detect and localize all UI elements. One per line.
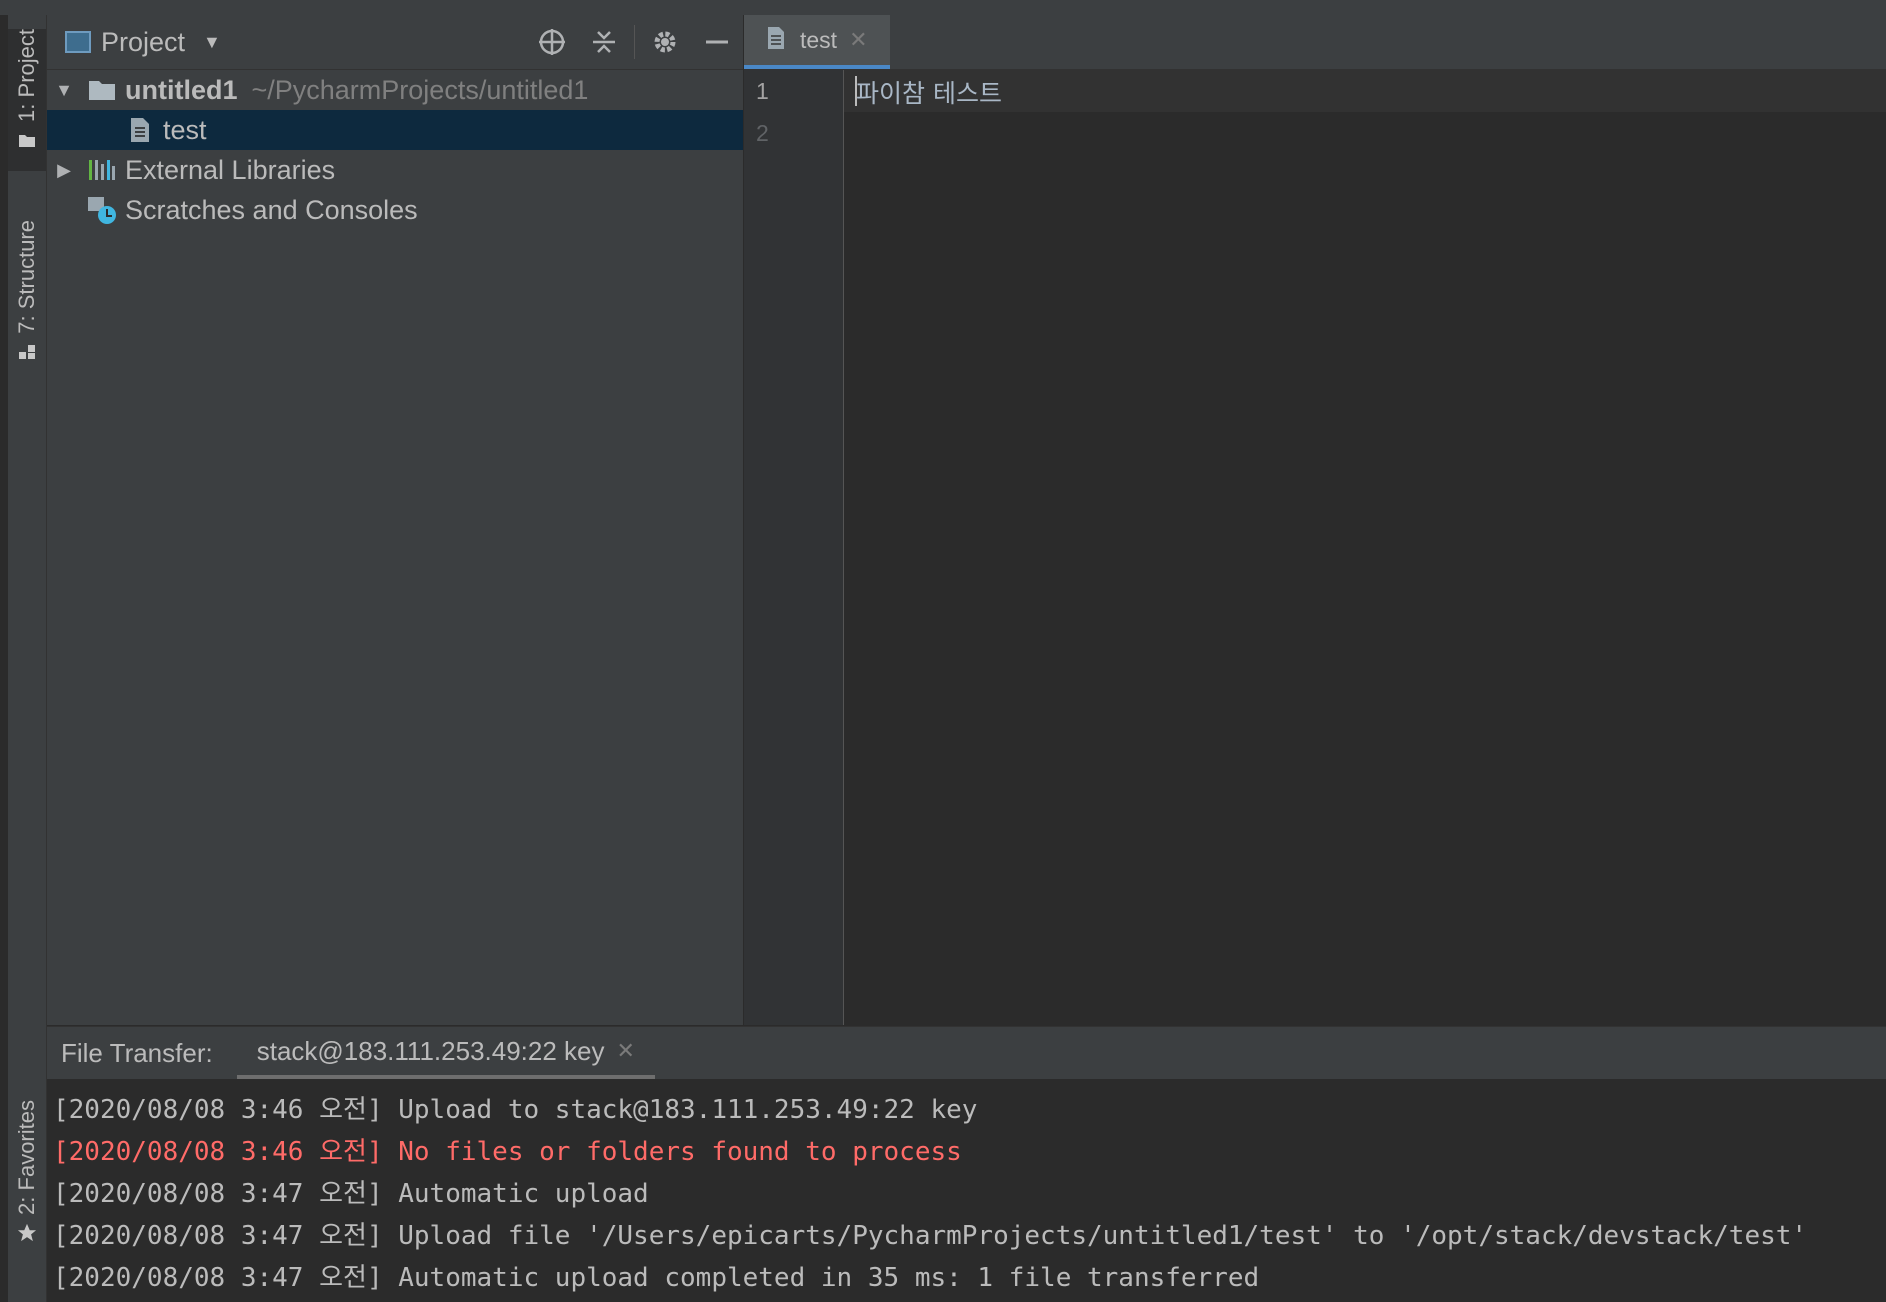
expand-arrow-icon[interactable]: ▼	[49, 80, 79, 101]
editor-tab-label: test	[800, 26, 838, 53]
minimize-icon[interactable]	[691, 15, 743, 69]
folder-icon	[87, 76, 117, 104]
chevron-down-icon: ▼	[203, 31, 221, 52]
file-transfer-console[interactable]: [2020/08/08 3:46 오전] Upload to stack@183…	[47, 1079, 1886, 1302]
project-panel-header: Project ▼	[47, 15, 743, 70]
collapse-all-icon[interactable]	[578, 15, 630, 69]
tree-node-scratches[interactable]: Scratches and Consoles	[47, 190, 743, 230]
locate-icon[interactable]	[526, 15, 578, 69]
scratches-icon	[87, 196, 117, 224]
star-icon	[17, 1223, 37, 1243]
code-editor[interactable]: 파이참 테스트	[844, 70, 1886, 1025]
log-line: [2020/08/08 3:46 오전] Upload to stack@183…	[53, 1095, 978, 1125]
project-view-selector[interactable]: Project ▼	[65, 27, 221, 58]
folder-icon	[17, 130, 37, 150]
project-toolbar	[526, 15, 743, 69]
libraries-icon	[87, 156, 117, 184]
structure-tool-tab[interactable]: 7: Structure	[8, 220, 46, 385]
project-tool-tab[interactable]: 1: Project	[8, 29, 46, 171]
file-transfer-tab[interactable]: stack@183.111.253.49:22 key ✕	[236, 1027, 655, 1079]
log-line: [2020/08/08 3:47 오전] Automatic upload co…	[53, 1263, 1260, 1293]
file-transfer-title: File Transfer:	[61, 1037, 213, 1068]
toolbar-divider	[634, 25, 635, 59]
tree-node-untitled1[interactable]: ▼ untitled1 ~/PycharmProjects/untitled1	[47, 70, 743, 110]
project-view-icon	[65, 31, 91, 53]
code-line-1: 파이참 테스트	[856, 79, 1002, 108]
favorites-tool-tab-label: 2: Favorites	[14, 1100, 39, 1215]
close-icon[interactable]: ✕	[849, 28, 867, 53]
close-icon[interactable]: ✕	[617, 1038, 635, 1064]
file-transfer-tab-label: stack@183.111.253.49:22 key	[256, 1035, 605, 1066]
log-line: [2020/08/08 3:47 오전] Upload file '/Users…	[53, 1221, 1808, 1251]
file-name: test	[163, 114, 207, 145]
line-number-gutter: 1 2	[744, 70, 844, 1025]
project-tool-tab-label: 1: Project	[14, 29, 39, 122]
tree-node-external-libraries[interactable]: ▶ External Libraries	[47, 150, 743, 190]
project-panel: Project ▼ ▼ untitled1 ~/PycharmProjects/…	[47, 15, 744, 1025]
line-number: 1	[756, 78, 769, 104]
structure-icon	[17, 342, 37, 362]
favorites-tool-tab[interactable]: 2: Favorites	[8, 1100, 46, 1276]
title-bar-strip	[0, 0, 1886, 16]
editor-tab-test[interactable]: test ✕	[744, 15, 890, 69]
window-left-edge	[0, 15, 8, 1302]
external-libraries-label: External Libraries	[125, 154, 336, 185]
project-root-path: ~/PycharmProjects/untitled1	[251, 74, 589, 105]
gear-icon[interactable]	[639, 15, 691, 69]
scratches-label: Scratches and Consoles	[125, 194, 418, 225]
log-line: [2020/08/08 3:47 오전] Automatic upload	[53, 1179, 649, 1209]
file-icon	[766, 26, 786, 54]
editor-tab-bar: test ✕	[744, 15, 1886, 70]
file-icon	[125, 116, 155, 144]
expand-arrow-icon[interactable]: ▶	[49, 160, 79, 181]
log-line-error: [2020/08/08 3:46 오전] No files or folders…	[53, 1137, 962, 1167]
tree-node-test[interactable]: test	[47, 110, 743, 150]
project-root-name: untitled1	[125, 74, 238, 105]
project-tree: ▼ untitled1 ~/PycharmProjects/untitled1 …	[47, 70, 743, 230]
structure-tool-tab-label: 7: Structure	[14, 220, 39, 334]
left-tool-strip: 1: Project 7: Structure 2: Favorites	[8, 15, 47, 1302]
file-transfer-header: File Transfer: stack@183.111.253.49:22 k…	[47, 1026, 1886, 1080]
line-number: 2	[756, 120, 769, 146]
project-view-label: Project	[101, 26, 186, 57]
